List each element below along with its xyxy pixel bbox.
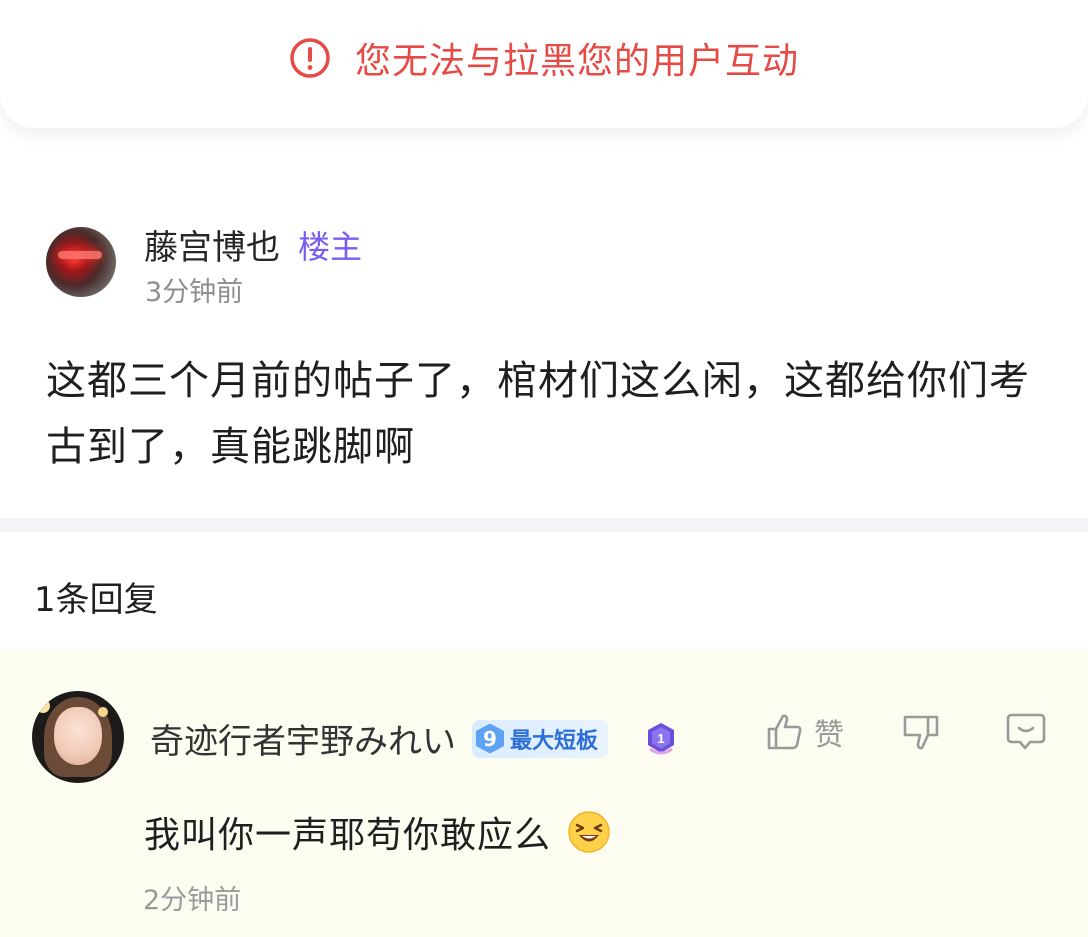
reply-author-name[interactable]: 奇迹行者宇野みれい xyxy=(150,714,456,763)
reply-content-text: 我叫你一声耶苟你敢应么 xyxy=(144,815,552,856)
reply-actions: 赞 xyxy=(764,710,1048,754)
post-author-name[interactable]: 藤宫博也 xyxy=(144,220,280,269)
reply-author-avatar[interactable] xyxy=(32,691,124,783)
level-badge[interactable]: 9 最大短板 xyxy=(472,719,609,758)
reply-timestamp: 2分钟前 xyxy=(143,885,242,916)
section-divider xyxy=(0,518,1088,532)
exclamation-circle-icon xyxy=(290,38,330,78)
rank-medal-icon[interactable]: 1 xyxy=(644,721,678,757)
level-title: 最大短板 xyxy=(510,728,599,754)
laughing-emoji-icon xyxy=(568,811,610,853)
like-button[interactable]: 赞 xyxy=(764,710,844,754)
comment-button[interactable] xyxy=(1004,711,1048,753)
svg-text:1: 1 xyxy=(657,731,664,746)
comment-icon xyxy=(1006,713,1046,750)
block-warning-banner: 您无法与拉黑您的用户互动 xyxy=(0,0,1088,128)
post-author-avatar[interactable] xyxy=(46,227,116,297)
thumbs-up-icon xyxy=(767,714,802,750)
reply-item: 奇迹行者宇野みれい 9 最大短板 1 赞 我叫你一声耶苟你敢应么 2分钟前 xyxy=(0,648,1088,937)
avatar-glow xyxy=(58,251,102,259)
reply-author-row: 奇迹行者宇野みれい 9 最大短板 1 xyxy=(150,714,678,763)
level-number: 9 xyxy=(476,723,504,754)
replies-count: 1条回复 xyxy=(34,580,158,620)
reply-content-row: 我叫你一声耶苟你敢应么 xyxy=(144,806,611,858)
post-author-row: 藤宫博也 楼主 xyxy=(144,220,362,269)
post-content: 这都三个月前的帖子了，棺材们这么闲，这都给你们考古到了，真能跳脚啊 xyxy=(46,358,1030,470)
avatar-face xyxy=(54,707,102,765)
like-label: 赞 xyxy=(814,718,844,753)
op-tag: 楼主 xyxy=(298,227,363,266)
avatar-light xyxy=(36,699,50,713)
banner-text: 您无法与拉黑您的用户互动 xyxy=(354,41,799,82)
thumbs-down-icon xyxy=(903,715,939,750)
dislike-button[interactable] xyxy=(900,711,942,753)
post: 藤宫博也 楼主 3分钟前 这都三个月前的帖子了，棺材们这么闲，这都给你们考古到了… xyxy=(0,128,1088,518)
banner-content: 您无法与拉黑您的用户互动 xyxy=(289,32,799,84)
post-timestamp: 3分钟前 xyxy=(145,277,244,308)
